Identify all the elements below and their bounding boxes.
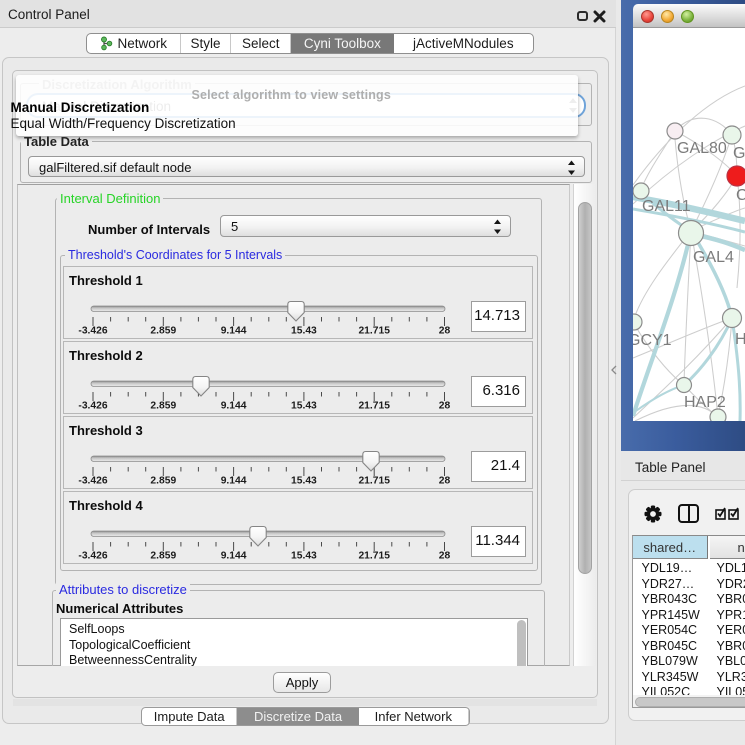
svg-text:CI: CI bbox=[736, 187, 745, 204]
svg-text:GAL11: GAL11 bbox=[642, 198, 691, 215]
svg-text:GCY1: GCY1 bbox=[633, 332, 672, 349]
svg-text:HA: HA bbox=[735, 331, 745, 348]
svg-text:GAL80: GAL80 bbox=[677, 140, 727, 157]
svg-text:HAP2: HAP2 bbox=[684, 394, 726, 411]
svg-text:GA: GA bbox=[733, 145, 745, 162]
svg-text:GAL4: GAL4 bbox=[693, 249, 734, 266]
